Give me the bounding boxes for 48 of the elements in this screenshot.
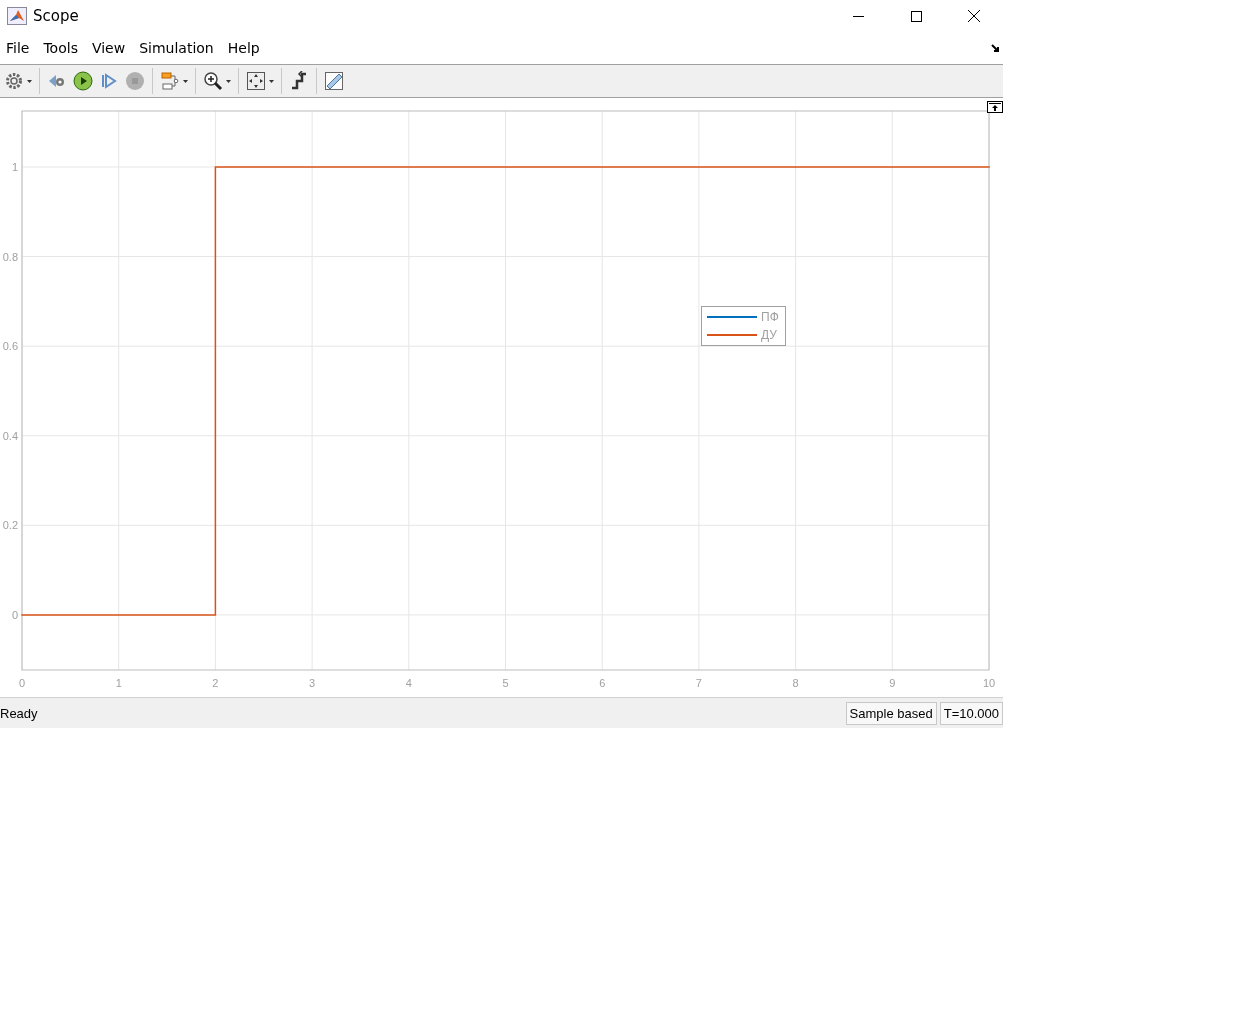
x-tick-label: 10 [982,677,996,689]
stop-icon [125,71,145,91]
legend-label: ДУ [761,327,777,343]
x-tick-label: 6 [599,677,606,689]
app-icon [7,7,27,25]
close-icon [968,10,980,22]
caret-icon [183,79,188,83]
run-button[interactable] [71,68,95,94]
simulation-time-pane: T=10.000 [939,701,1003,725]
x-tick-label: 9 [889,677,896,689]
minimize-icon [852,15,864,17]
x-tick-label: 7 [695,677,702,689]
menu-item[interactable]: Tools [37,40,84,56]
zoom-in-icon [203,71,223,91]
menu-item[interactable]: Help [221,40,266,56]
fit-axes-icon [246,71,266,91]
x-tick-label: 4 [405,677,412,689]
expand-icon[interactable] [987,101,1003,113]
caret-icon [226,79,231,83]
x-tick-label: 8 [792,677,799,689]
sample-mode-pane: Sample based [845,701,937,725]
menu-item[interactable]: Simulation [133,40,220,56]
caret-icon [269,79,274,83]
x-tick-label: 3 [309,677,316,689]
window-title: Scope [33,7,80,25]
legend-label: ПФ [761,309,779,325]
signal-selector-icon [160,71,180,91]
y-tick-label: 0.4 [2,429,18,442]
step-line-icon [289,71,309,91]
menu-item[interactable]: File [0,40,36,56]
y-tick-label: 0.8 [2,250,18,263]
y-tick-label: 1 [11,161,18,173]
caret-icon [27,79,32,83]
maximize-icon [910,10,922,22]
ruler-icon [324,71,344,91]
x-tick-label: 5 [502,677,509,689]
x-tick-label: 0 [18,677,26,689]
menu-item[interactable]: View [85,40,132,56]
x-tick-label: 2 [212,677,219,689]
undock-arrow-icon[interactable] [991,43,1000,53]
y-tick-label: 0.6 [2,340,18,353]
status-message: Ready [0,705,38,721]
y-tick-label: 0 [11,608,18,621]
settings-icon [4,71,24,91]
run-icon [73,71,93,91]
step-forward-icon [99,71,119,91]
y-tick-label: 0.2 [2,519,18,532]
x-tick-label: 1 [115,677,122,689]
